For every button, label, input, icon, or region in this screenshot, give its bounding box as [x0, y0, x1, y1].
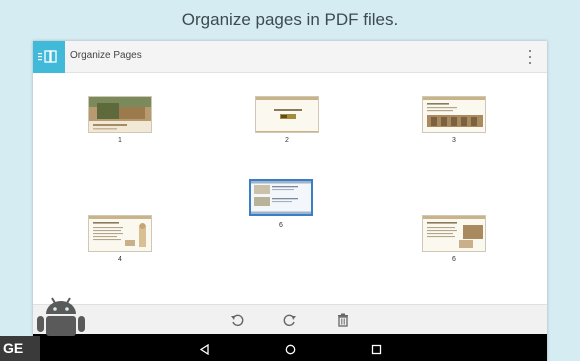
bottom-toolbar [33, 304, 547, 334]
organize-pages-icon[interactable] [33, 41, 65, 73]
page-thumbnail[interactable] [255, 96, 319, 133]
page-number: 6 [279, 222, 283, 229]
overflow-menu-icon[interactable] [527, 50, 533, 64]
recents-icon[interactable] [371, 342, 382, 355]
page-number: 2 [285, 137, 289, 144]
page-thumbnail[interactable] [422, 215, 486, 252]
rotate-right-icon[interactable] [283, 313, 297, 327]
home-icon[interactable] [285, 342, 296, 355]
headline: Organize pages in PDF files. [181, 10, 399, 29]
page-title: Organize Pages [70, 50, 142, 61]
page-number: 6 [452, 256, 456, 263]
page-thumbnail[interactable] [422, 96, 486, 133]
page-number: 4 [118, 256, 122, 263]
back-icon[interactable] [199, 342, 210, 356]
page-grid: 1 2 3 6 4 6 [33, 73, 547, 304]
page-thumbnail-selected[interactable] [249, 179, 313, 216]
watermark-logo: GE [0, 336, 40, 361]
page-number: 3 [452, 137, 456, 144]
android-robot-icon [32, 296, 90, 336]
app-bar: Organize Pages [33, 41, 547, 73]
system-nav-bar [33, 334, 547, 361]
trash-icon[interactable] [336, 313, 350, 327]
rotate-left-icon[interactable] [230, 313, 244, 327]
tablet-screen: Organize Pages 1 2 3 6 4 6 [33, 41, 547, 361]
page-thumbnail[interactable] [88, 215, 152, 252]
watermark-text: GE [3, 340, 24, 356]
page-number: 1 [118, 137, 122, 144]
page-thumbnail[interactable] [88, 96, 152, 133]
